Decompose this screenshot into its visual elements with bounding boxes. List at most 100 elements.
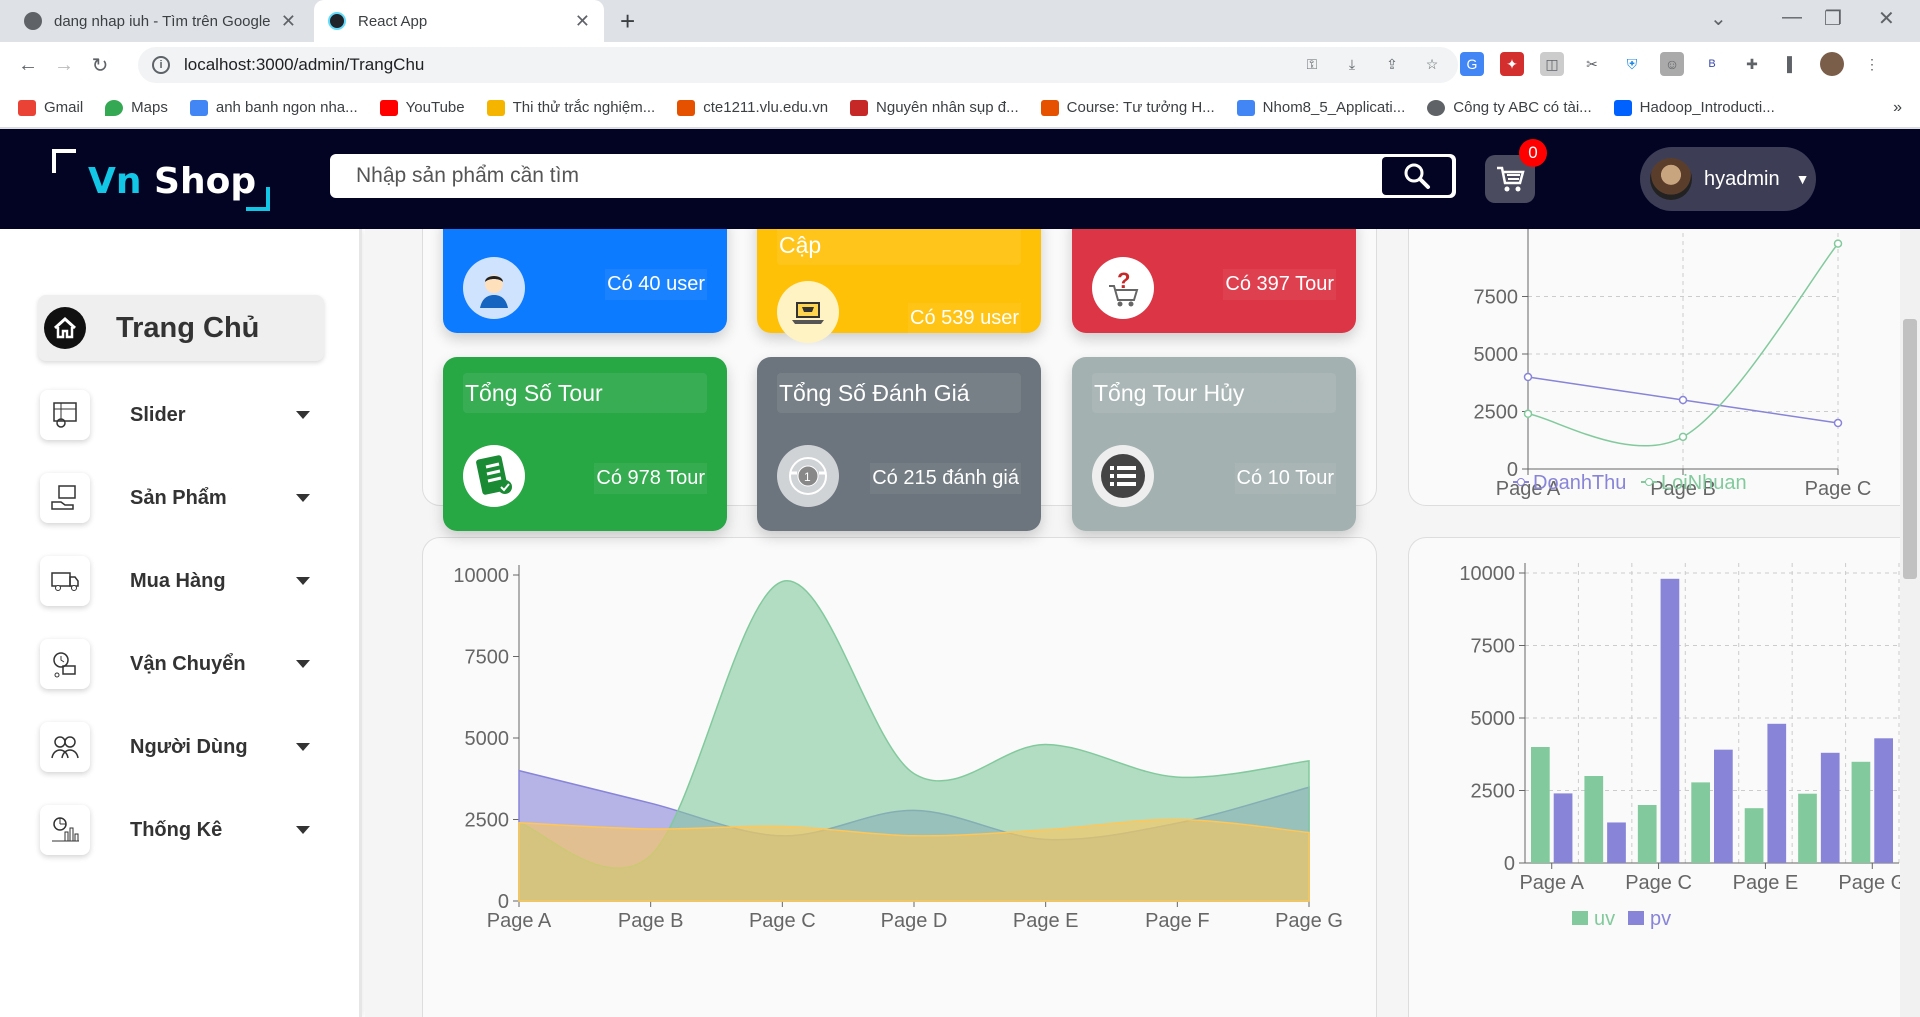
y-tick-label: 2500: [1474, 402, 1519, 424]
dropbox-icon: [1613, 99, 1632, 116]
sidebar-item-slider[interactable]: Slider: [40, 389, 320, 441]
x-tick-label: Page D: [881, 910, 948, 932]
chrome-menu-icon[interactable]: ⋮: [1860, 52, 1884, 76]
site-info-icon[interactable]: i: [152, 56, 170, 74]
stat-card-count: Có 40 user: [605, 269, 707, 300]
bookmark-star-icon[interactable]: ☆: [1420, 52, 1444, 76]
tab-search-icon[interactable]: ⌄: [1710, 6, 1727, 31]
bar: [1660, 578, 1680, 863]
data-point: [1678, 432, 1688, 442]
sidebar-item-mua-hang[interactable]: Mua Hàng: [40, 555, 320, 607]
slider-icon: [40, 390, 90, 440]
close-window-icon[interactable]: ✕: [1878, 6, 1895, 31]
bookmark-cte[interactable]: cte1211.vlu.edu.vn: [677, 99, 828, 116]
close-tab-icon[interactable]: ✕: [575, 11, 590, 32]
extension-tools-icon[interactable]: ✂: [1580, 52, 1604, 76]
bookmark-course[interactable]: Course: Tư tưởng H...: [1040, 99, 1215, 116]
search-button[interactable]: [1382, 157, 1452, 195]
bar: [1744, 808, 1764, 863]
user-menu-button[interactable]: hyadmin ▼: [1640, 147, 1816, 211]
moodle-icon: [1040, 99, 1059, 116]
x-tick-label: Page G: [1838, 872, 1906, 894]
install-icon[interactable]: ⤓: [1340, 52, 1364, 76]
translate-extension-icon[interactable]: G: [1460, 52, 1484, 76]
user-avatar-icon: [463, 257, 525, 319]
caret-down-icon: [296, 411, 310, 419]
stat-card-reviews[interactable]: Tổng Số Đánh Giá 1 Có 215 đánh giá: [757, 357, 1041, 531]
back-icon[interactable]: ←: [10, 54, 46, 77]
quiz-icon: [486, 99, 505, 116]
browser-tab-google[interactable]: dang nhap iuh - Tìm trên Google ✕: [10, 0, 310, 42]
profile-avatar-icon[interactable]: [1820, 52, 1844, 76]
stat-card-title: Tổng Số Đánh Giá: [777, 373, 1021, 413]
legend-label: pv: [1650, 908, 1671, 930]
legend-marker: [1517, 478, 1525, 486]
cart-button[interactable]: 0: [1485, 139, 1547, 203]
y-tick-label: 7500: [465, 647, 510, 669]
extension-red-icon[interactable]: ✦: [1500, 52, 1524, 76]
more-bookmarks-icon[interactable]: »: [1893, 99, 1902, 117]
sidebar: Trang Chủ Slider Sản Phẩm Mua Hàng Vận C…: [0, 229, 362, 1017]
share-icon[interactable]: ⇪: [1380, 52, 1404, 76]
scrollbar-thumb[interactable]: [1903, 319, 1917, 579]
browser-tab-react-app[interactable]: React App ✕: [314, 0, 604, 42]
bar: [1798, 793, 1817, 863]
sidebar-item-label: Mua Hàng: [130, 569, 226, 592]
bar: [1820, 752, 1840, 863]
side-panel-icon[interactable]: ▌: [1780, 52, 1804, 76]
sidebar-item-van-chuyen[interactable]: Vận Chuyển: [40, 638, 320, 690]
legend-label: uv: [1594, 908, 1615, 930]
maps-icon: [105, 99, 124, 116]
y-tick-label: 10000: [1459, 563, 1515, 585]
minimize-icon[interactable]: —: [1782, 6, 1802, 29]
bar: [1691, 782, 1710, 863]
sidebar-item-san-pham[interactable]: Sản Phẩm: [40, 472, 320, 524]
extension-b-icon[interactable]: B: [1700, 52, 1724, 76]
page-scrollbar[interactable]: [1900, 229, 1920, 1017]
url-field[interactable]: i localhost:3000/admin/TrangChu: [138, 47, 1458, 83]
bookmark-google[interactable]: anh banh ngon nha...: [189, 99, 358, 116]
bookmark-youtube[interactable]: YouTube: [379, 99, 465, 116]
logo[interactable]: Vn Shop: [52, 149, 272, 211]
top-navbar: Vn Shop 0 hyadmin ▼: [0, 129, 1920, 229]
y-tick-label: 0: [1504, 853, 1515, 875]
legend-label: DoanhThu: [1533, 472, 1626, 494]
restore-icon[interactable]: ❐: [1824, 6, 1842, 31]
bookmark-quiz[interactable]: Thi thử trắc nghiệm...: [486, 99, 655, 116]
bookmark-gmail[interactable]: Gmail: [18, 99, 83, 116]
bookmark-docs[interactable]: Nhom8_5_Applicati...: [1236, 99, 1405, 116]
y-tick-label: 5000: [1471, 708, 1516, 730]
x-tick-label: Page C: [749, 910, 816, 932]
area-chart: 025005000750010000Page A Page B Page C Page…: [453, 565, 1343, 932]
vpn-shield-icon[interactable]: ⛨: [1620, 52, 1644, 76]
extensions-puzzle-icon[interactable]: ✚: [1740, 52, 1764, 76]
reload-icon[interactable]: ↻: [82, 53, 118, 78]
sidebar-home-label: Trang Chủ: [116, 311, 260, 344]
extension-profile-icon[interactable]: ☺: [1660, 52, 1684, 76]
x-tick-label: Page C: [1805, 478, 1872, 500]
key-icon[interactable]: ⚿: [1300, 52, 1324, 76]
sidebar-home[interactable]: Trang Chủ: [38, 295, 324, 361]
stat-card-count: Có 978 Tour: [594, 463, 707, 494]
x-tick-label: Page C: [1625, 872, 1692, 894]
search-input[interactable]: [330, 164, 1382, 188]
question-cart-icon: ?: [1092, 257, 1154, 319]
extension-off-icon[interactable]: ◫: [1540, 52, 1564, 76]
list-icon: [1092, 445, 1154, 507]
stat-card-total-tours[interactable]: Tổng Số Tour Có 978 Tour: [443, 357, 727, 531]
stat-card-cancelled[interactable]: Tổng Tour Hủy Có 10 Tour: [1072, 357, 1356, 531]
bookmark-hadoop[interactable]: Hadoop_Introducti...: [1613, 99, 1775, 116]
bookmark-company[interactable]: Công ty ABC có tài...: [1427, 99, 1592, 116]
bookmark-article[interactable]: Nguyên nhân sụp đ...: [850, 99, 1019, 116]
statistics-icon: [40, 805, 90, 855]
sidebar-item-nguoi-dung[interactable]: Người Dùng: [40, 721, 320, 773]
bookmark-maps[interactable]: Maps: [105, 99, 168, 116]
sidebar-item-label: Người Dùng: [130, 735, 248, 758]
legend-label: LoiNhuan: [1661, 472, 1747, 494]
sidebar-item-thong-ke[interactable]: Thống Kê: [40, 804, 320, 856]
forward-icon[interactable]: →: [46, 54, 82, 77]
chevron-down-icon: ▼: [1795, 171, 1810, 187]
new-tab-icon[interactable]: +: [620, 6, 635, 37]
close-tab-icon[interactable]: ✕: [281, 11, 296, 32]
globe-icon: [24, 12, 42, 30]
